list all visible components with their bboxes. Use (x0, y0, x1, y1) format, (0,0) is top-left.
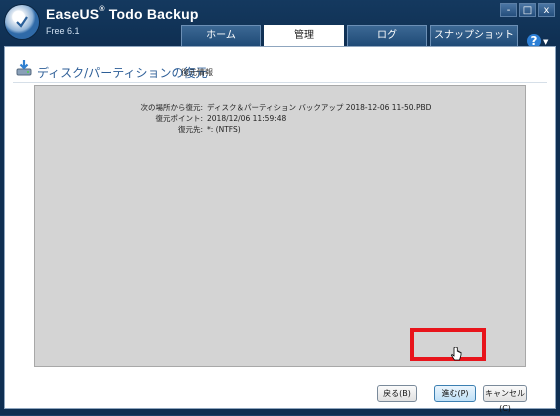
info-row-source: 次の場所から復元: ディスク＆パーティション バックアップ 2018-12-06 … (35, 102, 431, 113)
app-window: EaseUS® Todo Backup Free 6.1 - □ x ホーム 管… (0, 0, 560, 415)
info-value: 2018/12/06 11:59:48 (207, 114, 287, 123)
main-tabs: ホーム 管理 ログ スナップショット (181, 25, 518, 47)
tab-manage[interactable]: 管理 (264, 25, 344, 47)
app-version: Free 6.1 (46, 26, 80, 36)
page-subtitle: 復元情報 (181, 68, 213, 77)
cancel-button[interactable]: キャンセル(C) (483, 385, 527, 413)
header-divider (13, 82, 547, 83)
tab-log[interactable]: ログ (347, 25, 427, 46)
tab-snapshot[interactable]: スナップショット (430, 25, 518, 46)
restore-info-box: 次の場所から復元: ディスク＆パーティション バックアップ 2018-12-06 … (34, 85, 526, 367)
window-controls: - □ x (500, 3, 555, 17)
help-dropdown-icon[interactable]: ▼ (543, 38, 548, 46)
info-value: *: (NTFS) (207, 125, 241, 134)
info-row-destination: 復元先: *: (NTFS) (35, 124, 241, 135)
close-button[interactable]: x (538, 3, 555, 17)
info-label: 復元ポイント: (155, 114, 203, 123)
tab-home[interactable]: ホーム (181, 25, 261, 46)
info-label: 復元先: (177, 125, 203, 134)
next-button[interactable]: 進む(P) (434, 385, 476, 402)
app-title-product: Todo Backup (104, 6, 199, 22)
info-value: ディスク＆パーティション バックアップ 2018-12-06 11-50.PBD (207, 103, 432, 112)
info-row-point: 復元ポイント: 2018/12/06 11:59:48 (35, 113, 286, 124)
info-label: 次の場所から復元: (140, 103, 203, 112)
minimize-button[interactable]: - (500, 3, 517, 17)
easeus-logo-icon (5, 5, 39, 39)
mouse-pointer-icon (451, 347, 462, 361)
app-title: EaseUS® Todo Backup (46, 6, 199, 22)
app-title-brand: EaseUS (46, 6, 100, 22)
disk-restore-icon (16, 60, 32, 76)
maximize-button[interactable]: □ (519, 3, 536, 17)
back-button[interactable]: 戻る(B) (377, 385, 417, 402)
highlight-box (410, 328, 486, 361)
